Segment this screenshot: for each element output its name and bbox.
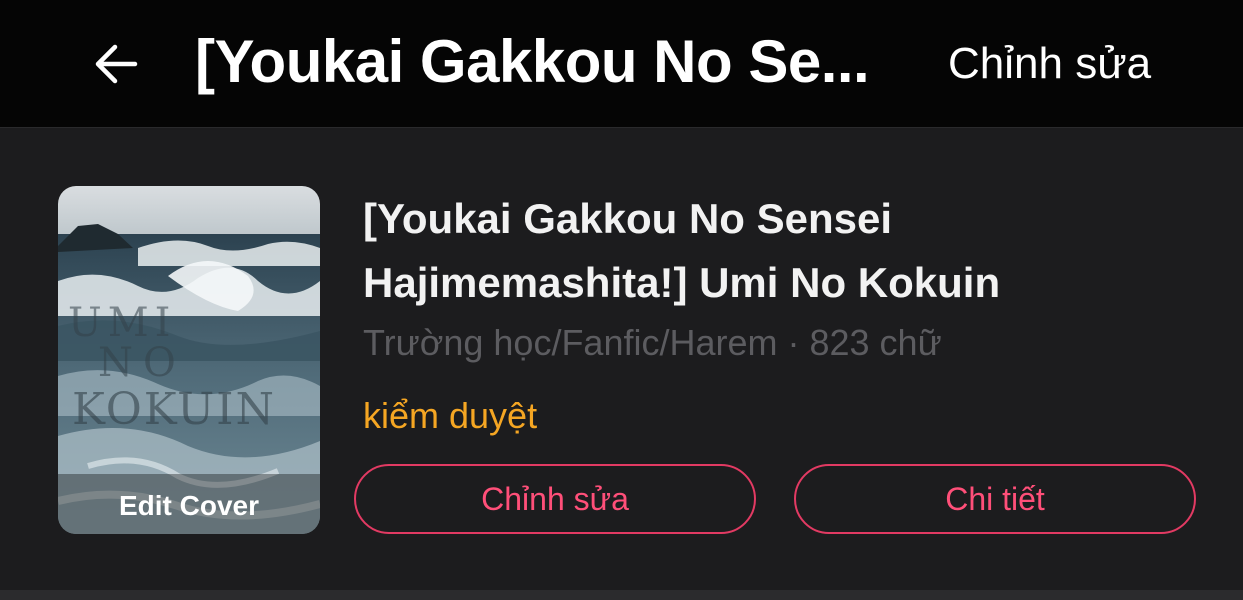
- section-divider: [0, 590, 1243, 600]
- story-meta: Trường học/Fanfic/Harem · 823 chữ: [363, 322, 942, 363]
- back-button[interactable]: [86, 34, 146, 94]
- edit-story-button[interactable]: Chỉnh sửa: [354, 464, 756, 534]
- page-title: [Youkai Gakkou No Se...: [195, 28, 870, 95]
- story-detail-button[interactable]: Chi tiết: [794, 464, 1196, 534]
- cover-art-text-3: KOKUIN: [72, 384, 276, 435]
- story-card: UMI NO KOKUIN Edit Cover [Youkai Gakkou …: [0, 129, 1243, 590]
- cover-art-text-2: NO: [98, 340, 186, 386]
- arrow-left-icon: [95, 44, 138, 84]
- story-cover[interactable]: UMI NO KOKUIN Edit Cover: [58, 186, 320, 534]
- edit-cover-label[interactable]: Edit Cover: [58, 490, 320, 522]
- top-navigation-bar: [Youkai Gakkou No Se... Chỉnh sửa: [0, 0, 1243, 128]
- story-title: [Youkai Gakkou No Sensei Hajimemashita!]…: [363, 195, 1001, 306]
- header-edit-button[interactable]: Chỉnh sửa: [948, 34, 1151, 94]
- status-badge: kiểm duyệt: [363, 395, 538, 436]
